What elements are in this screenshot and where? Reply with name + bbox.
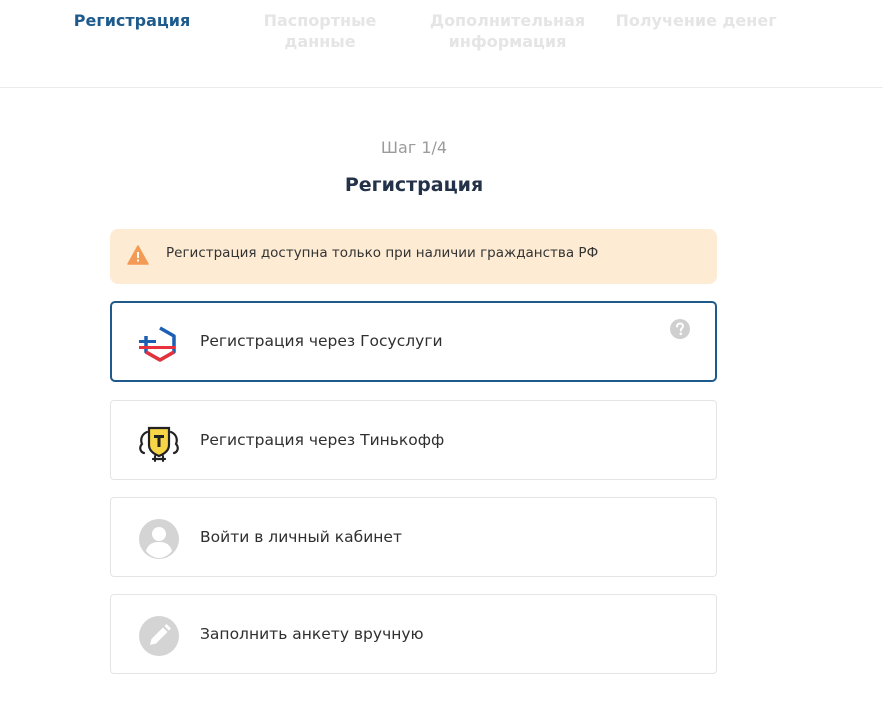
gosuslugi-logo-icon (139, 326, 176, 362)
tinkoff-logo-icon (139, 426, 179, 462)
step-registration[interactable]: Регистрация (66, 10, 198, 31)
pencil-icon (139, 616, 179, 656)
step-counter: Шаг 1/4 (380, 138, 448, 157)
option-label: Регистрация через Госуслуги (200, 332, 443, 350)
warning-icon (127, 245, 149, 265)
option-label: Заполнить анкету вручную (200, 625, 424, 643)
step-passport-data: Паспортные данные (263, 11, 377, 51)
option-label: Регистрация через Тинькофф (200, 431, 445, 449)
option-tinkoff-button[interactable]: Регистрация через Тинькофф (110, 400, 717, 480)
citizenship-alert: Регистрация доступна только при наличии … (110, 229, 717, 284)
option-login-button[interactable]: Войти в личный кабинет (110, 497, 717, 577)
step-additional-info: Дополнительная информация (429, 11, 586, 51)
help-icon[interactable] (670, 319, 690, 339)
stepper: Регистрация Паспортные данные Дополнител… (0, 0, 883, 88)
alert-text: Регистрация доступна только при наличии … (166, 245, 599, 261)
page-title: Регистрация (344, 174, 484, 196)
option-gosuslugi-button[interactable]: Регистрация через Госуслуги (110, 301, 717, 382)
option-manual-form-button[interactable]: Заполнить анкету вручную (110, 594, 717, 674)
user-avatar-icon (139, 519, 179, 559)
option-label: Войти в личный кабинет (200, 528, 402, 546)
step-receive-money: Получение денег (615, 11, 777, 30)
